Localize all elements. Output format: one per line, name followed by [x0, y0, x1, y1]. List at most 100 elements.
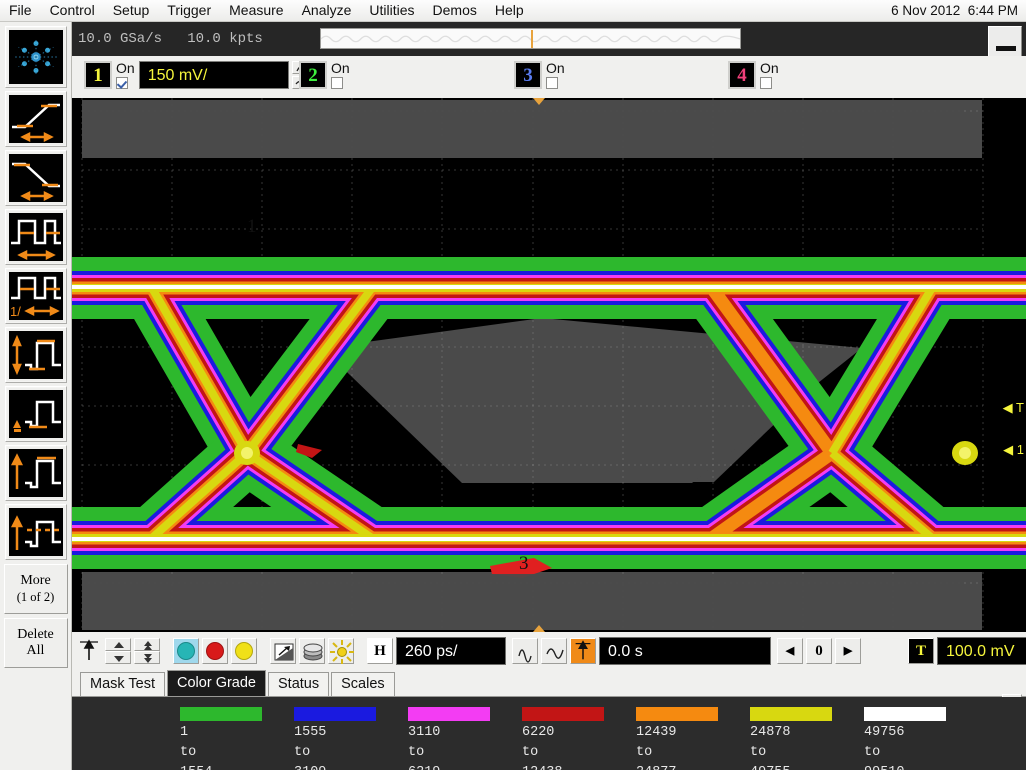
- legend-range-sep: to: [750, 745, 767, 760]
- timebase-field[interactable]: 260 ps/: [396, 637, 506, 665]
- menu-item-utilities[interactable]: Utilities: [360, 1, 423, 20]
- sidebar-button-frequency[interactable]: 1/: [4, 268, 67, 324]
- legend-range-sep: to: [180, 745, 197, 760]
- menu-item-setup[interactable]: Setup: [104, 1, 159, 20]
- tab-scales[interactable]: Scales: [331, 672, 395, 696]
- delay-counter[interactable]: 0: [806, 638, 832, 664]
- legend-swatch-magenta: [408, 707, 490, 721]
- legend-item[interactable]: 49756 to 99510: [864, 707, 972, 770]
- vertical-position-stepper[interactable]: [134, 638, 160, 664]
- legend-item[interactable]: 6220 to 12438: [522, 707, 630, 770]
- acquisition-position-marker: [530, 30, 533, 48]
- trigger-position-top-marker: [533, 98, 545, 105]
- sidebar-button-eye-diagram[interactable]: [4, 26, 67, 88]
- rise-time-icon: [8, 95, 63, 143]
- legend-item[interactable]: 1555 to 3109: [294, 707, 402, 770]
- channel-offset-arrow-icon: ◀: [1003, 442, 1014, 457]
- mask-region-label-1: 1: [247, 216, 257, 237]
- channel-1-checkbox[interactable]: [116, 77, 128, 89]
- persistence-button[interactable]: [299, 638, 325, 664]
- position-up-button[interactable]: [134, 638, 160, 651]
- color-swatch-red-button[interactable]: [202, 638, 228, 664]
- legend-range-from: 3110: [408, 725, 441, 740]
- acquisition-progress-bar[interactable]: [320, 28, 741, 49]
- legend-range-sep: to: [864, 745, 881, 760]
- sidebar-button-top-level[interactable]: [4, 445, 67, 501]
- channel-2-checkbox[interactable]: [331, 77, 343, 89]
- sample-rate-label: 10.0 GSa/s 10.0 kpts: [78, 31, 263, 47]
- channel-1-offset-marker[interactable]: ◀ 1: [1003, 442, 1024, 458]
- channel-2-badge[interactable]: 2: [299, 61, 327, 89]
- delay-prev-button[interactable]: ◀: [777, 638, 803, 664]
- channel-3-badge[interactable]: 3: [514, 61, 542, 89]
- legend-item[interactable]: 3110 to 6219: [408, 707, 516, 770]
- menu-item-measure[interactable]: Measure: [220, 1, 292, 20]
- svg-text:1/: 1/: [10, 304, 21, 319]
- vertical-offset-icon[interactable]: [76, 638, 102, 664]
- trigger-level-field[interactable]: 100.0 mV: [937, 637, 1026, 665]
- sidebar-button-rise-time[interactable]: [4, 91, 67, 147]
- channel-1-scale[interactable]: 150 mV/: [138, 61, 289, 89]
- waveform-display[interactable]: 1 3 2 ◀ T ◀ 1: [72, 98, 1026, 632]
- scale-down-button[interactable]: [105, 651, 131, 664]
- sidebar-delete-all-button[interactable]: Delete All: [3, 618, 68, 668]
- oscilloscope-app: File Control Setup Trigger Measure Analy…: [0, 0, 1026, 770]
- sidebar-button-amplitude[interactable]: [4, 327, 67, 383]
- eye-diagram-render: [72, 98, 1026, 632]
- sidebar-button-pulse-width[interactable]: [4, 209, 67, 265]
- sidebar-delete-sublabel: All: [26, 643, 45, 658]
- menu-item-file[interactable]: File: [0, 1, 41, 20]
- sidebar-delete-label: Delete: [17, 627, 54, 642]
- legend-swatch-green: [180, 707, 262, 721]
- delay-field[interactable]: 0.0 s: [599, 637, 771, 665]
- trigger-icon-button[interactable]: T: [908, 638, 934, 664]
- eye-diagram-icon: [8, 30, 63, 84]
- channel-4-badge[interactable]: 4: [728, 61, 756, 89]
- menu-bar: File Control Setup Trigger Measure Analy…: [0, 0, 1026, 22]
- channel-4-checkbox[interactable]: [760, 77, 772, 89]
- legend-range-sep: to: [636, 745, 653, 760]
- sidebar-button-fall-time[interactable]: [4, 150, 67, 206]
- menu-item-control[interactable]: Control: [41, 1, 104, 20]
- legend-swatch-red: [522, 707, 604, 721]
- minimize-button[interactable]: [988, 26, 1022, 60]
- vertical-scale-stepper[interactable]: [105, 638, 131, 664]
- menu-item-help[interactable]: Help: [486, 1, 533, 20]
- acquisition-info-bar: 10.0 GSa/s 10.0 kpts: [72, 22, 1026, 60]
- tab-color-grade[interactable]: Color Grade: [167, 670, 266, 696]
- channel-1-badge[interactable]: 1: [84, 61, 112, 89]
- menu-item-analyze[interactable]: Analyze: [293, 1, 361, 20]
- position-down-button[interactable]: [134, 651, 160, 664]
- menu-item-demos[interactable]: Demos: [424, 1, 486, 20]
- scale-up-button[interactable]: [105, 638, 131, 651]
- legend-item[interactable]: 1 to 1554: [180, 707, 288, 770]
- legend-range-sep: to: [294, 745, 311, 760]
- timebase-increase-button[interactable]: [541, 638, 567, 664]
- legend-item[interactable]: 12439 to 24877: [636, 707, 744, 770]
- legend-range-to: 3109: [294, 764, 402, 770]
- tab-mask-test[interactable]: Mask Test: [80, 672, 166, 696]
- legend-range-from: 1555: [294, 725, 327, 740]
- color-swatch-yellow-button[interactable]: [231, 638, 257, 664]
- sidebar-button-base-level[interactable]: [4, 386, 67, 442]
- timebase-decrease-button[interactable]: [512, 638, 538, 664]
- trigger-level-marker[interactable]: ◀ T: [1003, 400, 1024, 416]
- legend-range-from: 1: [180, 725, 189, 740]
- legend-item[interactable]: 24878 to 49755: [750, 707, 858, 770]
- legend-range-to: 12438: [522, 764, 630, 770]
- autoscale-button[interactable]: [270, 638, 296, 664]
- timebase-icon-button[interactable]: H: [367, 638, 393, 664]
- tab-status[interactable]: Status: [268, 672, 330, 696]
- delay-reference-button[interactable]: [570, 638, 596, 664]
- control-toolbar: H 260 ps/ 0.0 s ◀ 0 ▶ T 100.0 mV: [72, 632, 1026, 670]
- delay-next-button[interactable]: ▶: [835, 638, 861, 664]
- mask-region-label-3: 3: [519, 553, 529, 574]
- color-swatch-cyan-button[interactable]: [173, 638, 199, 664]
- sidebar-more-button[interactable]: More (1 of 2): [3, 564, 68, 614]
- sidebar-button-average-level[interactable]: [4, 504, 67, 560]
- legend-swatch-white: [864, 707, 946, 721]
- menu-item-trigger[interactable]: Trigger: [158, 1, 220, 20]
- intensity-button[interactable]: [328, 638, 354, 664]
- legend-swatch-blue: [294, 707, 376, 721]
- channel-3-checkbox[interactable]: [546, 77, 558, 89]
